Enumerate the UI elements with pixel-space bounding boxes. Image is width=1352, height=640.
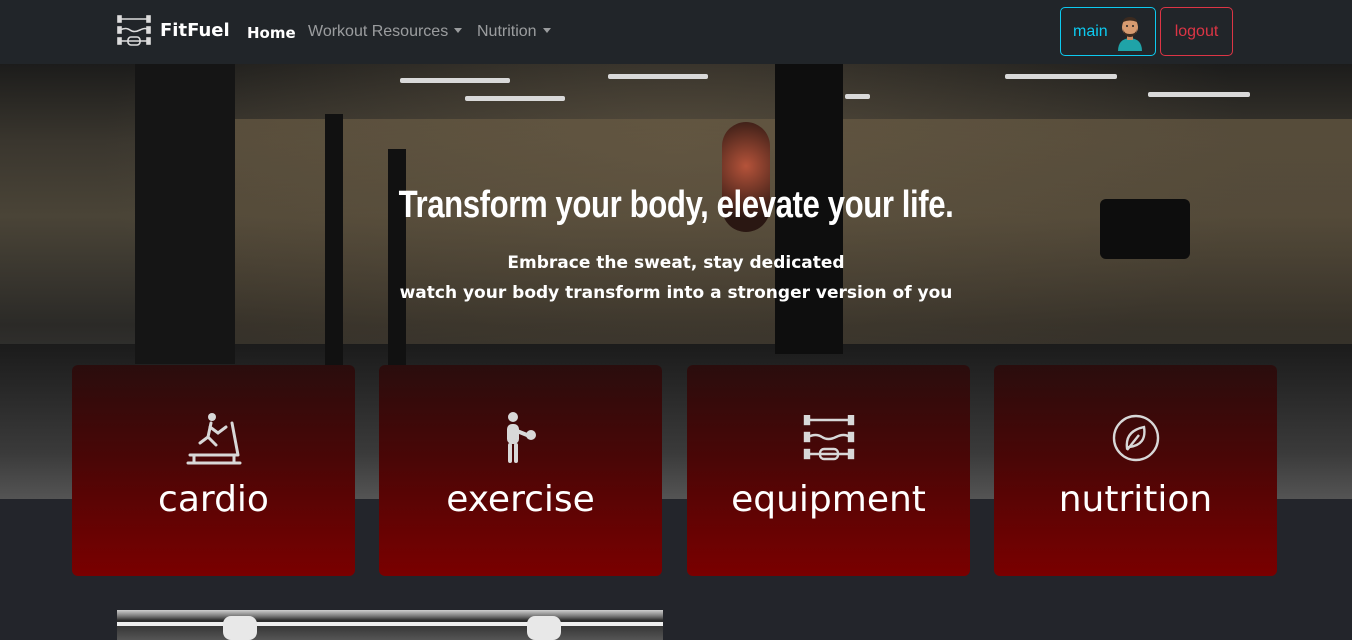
nav-home[interactable]: Home bbox=[247, 24, 296, 42]
brand-link[interactable]: FitFuel bbox=[116, 14, 230, 46]
card-exercise[interactable]: exercise bbox=[379, 365, 662, 576]
ceiling-light bbox=[845, 94, 870, 99]
ceiling-light bbox=[400, 78, 510, 83]
barbell-photo-plate bbox=[527, 616, 561, 640]
card-equipment[interactable]: equipment bbox=[687, 365, 970, 576]
leaf-icon bbox=[1106, 411, 1166, 465]
nav-nutrition[interactable]: Nutrition bbox=[477, 23, 551, 41]
ceiling-light bbox=[1005, 74, 1117, 79]
ceiling-light bbox=[608, 74, 708, 79]
card-nutrition-label: nutrition bbox=[1058, 479, 1213, 520]
nav-workout-resources[interactable]: Workout Resources bbox=[308, 23, 463, 41]
card-equipment-label: equipment bbox=[731, 479, 926, 520]
barbell-photo-bar bbox=[117, 622, 663, 626]
barbell-icon bbox=[799, 411, 859, 465]
treadmill-icon bbox=[184, 411, 244, 465]
barbell-logo-icon bbox=[117, 15, 151, 46]
card-cardio-label: cardio bbox=[158, 479, 269, 520]
hero-title: Transform your body, elevate your life. bbox=[398, 184, 954, 226]
card-cardio[interactable]: cardio bbox=[72, 365, 355, 576]
medicine-ball-icon bbox=[491, 411, 551, 465]
chevron-down-icon bbox=[542, 28, 551, 33]
user-profile-label: main bbox=[1073, 22, 1108, 40]
chevron-down-icon bbox=[454, 28, 463, 33]
avatar bbox=[1117, 16, 1142, 51]
nav-nutrition-label: Nutrition bbox=[477, 23, 537, 40]
card-nutrition[interactable]: nutrition bbox=[994, 365, 1277, 576]
user-profile-button[interactable]: main bbox=[1060, 7, 1156, 56]
barbell-photo bbox=[117, 610, 663, 640]
ceiling-light bbox=[465, 96, 565, 101]
hero-subtitle-line2: watch your body transform into a stronge… bbox=[399, 283, 953, 303]
card-exercise-label: exercise bbox=[446, 479, 595, 520]
logout-button[interactable]: logout bbox=[1160, 7, 1233, 56]
ceiling-light bbox=[1148, 92, 1250, 97]
logout-label: logout bbox=[1174, 22, 1219, 40]
navbar: FitFuel Home Workout Resources Nutrition… bbox=[0, 0, 1352, 64]
nav-workout-resources-label: Workout Resources bbox=[308, 23, 449, 40]
brand-name: FitFuel bbox=[160, 19, 230, 41]
barbell-photo-plate bbox=[223, 616, 257, 640]
hero-background-pillar bbox=[325, 114, 343, 374]
hero-subtitle-line1: Embrace the sweat, stay dedicated bbox=[507, 253, 845, 273]
